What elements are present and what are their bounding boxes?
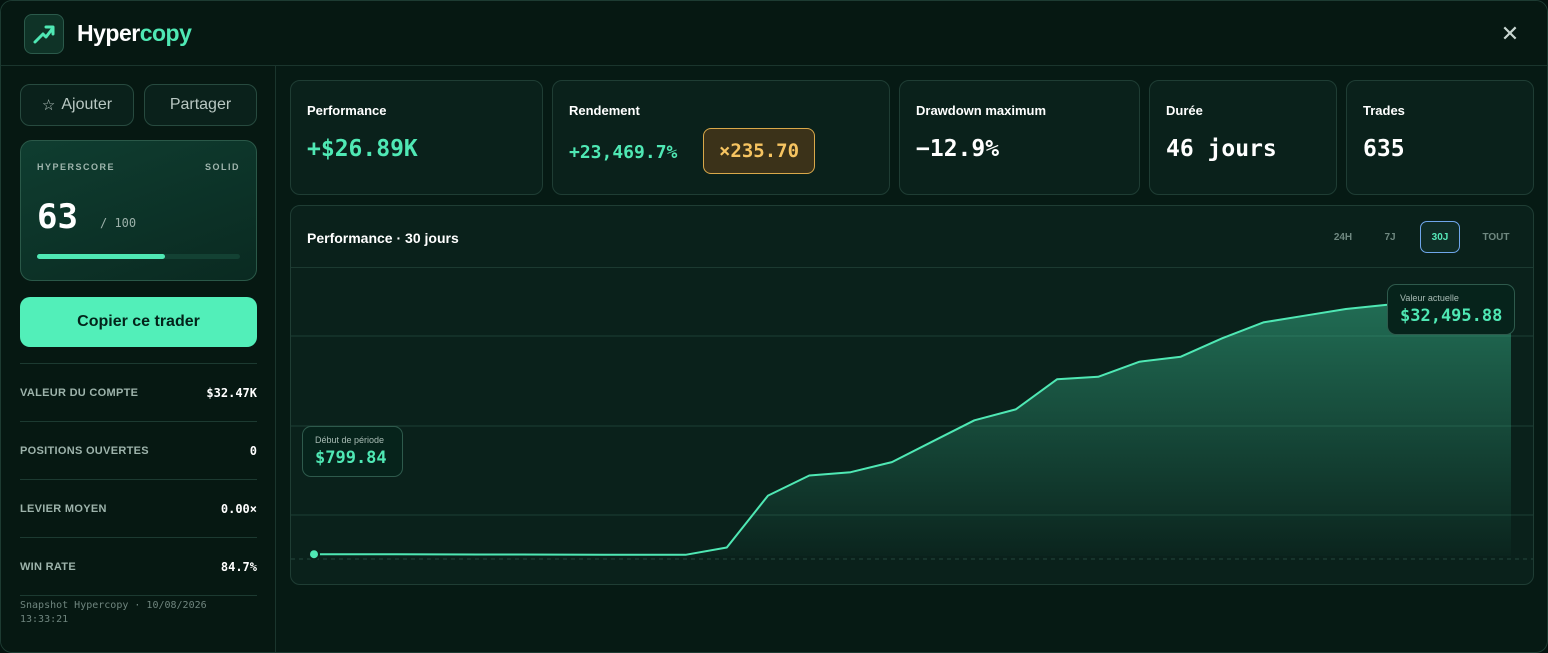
stat-value: 0.00× xyxy=(220,501,257,516)
share-label: Partager xyxy=(169,96,232,113)
multiplier-badge: ×235.70 xyxy=(703,128,815,174)
logo xyxy=(24,14,64,54)
stat-row-account-value: VALEUR DU COMPTE $32.47K xyxy=(20,363,257,421)
stat-row-average-leverage: LEVIER MOYEN 0.00× xyxy=(20,479,257,537)
metric-value: 46 jours xyxy=(1166,136,1277,162)
stat-label: POSITIONS OUVERTES xyxy=(20,444,149,457)
hyperscore-bar-fill xyxy=(37,254,165,259)
header: Hypercopy ✕ xyxy=(1,1,1547,66)
hyperscore-tier: SOLID xyxy=(204,162,240,172)
sidebar: ☆ Ajouter Partager HYPERSCORE SOLID 63 /… xyxy=(1,66,276,652)
brand-main: Hyper xyxy=(77,20,140,46)
share-button[interactable]: Partager xyxy=(144,84,257,126)
metric-title: Performance xyxy=(307,103,387,118)
metric-value: +$26.89K xyxy=(307,136,418,162)
metric-value: 635 xyxy=(1363,136,1405,162)
metric-card-trades: Trades 635 xyxy=(1346,80,1534,195)
current-value-tooltip: Valeur actuelle $32,495.88 xyxy=(1387,284,1515,335)
hyperscore-card: HYPERSCORE SOLID 63 / 100 xyxy=(20,140,257,281)
metric-value: +23,469.7% xyxy=(569,142,678,163)
start-value-tooltip: Début de période $799.84 xyxy=(302,426,403,477)
add-button[interactable]: ☆ Ajouter xyxy=(20,84,134,126)
chart-title: Performance · 30 jours xyxy=(307,230,459,246)
stat-value: 84.7% xyxy=(220,559,257,574)
snapshot-info: Snapshot Hypercopy · 10/08/2026 13:33:21 xyxy=(20,595,257,627)
metric-card-rendement: Rendement +23,469.7% ×235.70 xyxy=(552,80,890,195)
metric-title: Trades xyxy=(1363,103,1405,118)
tooltip-label: Début de période xyxy=(315,435,385,445)
hyperscore-max: / 100 xyxy=(100,216,137,230)
tooltip-value: $799.84 xyxy=(315,448,387,468)
metric-value: −12.9% xyxy=(916,136,1000,162)
stat-row-open-positions: POSITIONS OUVERTES 0 xyxy=(20,421,257,479)
brand-name: Hypercopy xyxy=(77,20,192,47)
range-button-24h[interactable]: 24H xyxy=(1323,221,1363,253)
tooltip-value: $32,495.88 xyxy=(1400,306,1503,326)
brand-accent: copy xyxy=(139,20,192,46)
stat-value: $32.47K xyxy=(206,385,257,400)
stat-row-win-rate: WIN RATE 84.7% xyxy=(20,537,257,595)
metric-card-performance: Performance +$26.89K xyxy=(290,80,543,195)
range-button-30j[interactable]: 30J xyxy=(1420,221,1460,253)
chart-header: Performance · 30 jours 24H 7J 30J TOUT xyxy=(291,206,1533,268)
trend-up-arrow-icon xyxy=(33,25,55,44)
metric-title: Durée xyxy=(1166,103,1203,118)
range-button-7j[interactable]: 7J xyxy=(1371,221,1409,253)
metric-card-duration: Durée 46 jours xyxy=(1149,80,1337,195)
tooltip-label: Valeur actuelle xyxy=(1400,293,1459,303)
hyperscore-value: 63 xyxy=(37,197,78,237)
performance-chart-card: Performance · 30 jours 24H 7J 30J TOUT D… xyxy=(290,205,1534,585)
stat-label: VALEUR DU COMPTE xyxy=(20,386,139,399)
snapshot-line-time: 13:33:21 xyxy=(20,614,69,625)
stat-label: LEVIER MOYEN xyxy=(20,502,107,515)
close-icon[interactable]: ✕ xyxy=(1499,23,1521,45)
add-label: Ajouter xyxy=(61,96,113,113)
metric-card-drawdown: Drawdown maximum −12.9% xyxy=(899,80,1140,195)
stat-value: 0 xyxy=(249,443,257,458)
hyperscore-label: HYPERSCORE xyxy=(37,162,116,172)
stat-label: WIN RATE xyxy=(20,560,76,573)
hyperscore-bar xyxy=(37,254,240,259)
chart-area xyxy=(314,289,1511,556)
modal-window: Hypercopy ✕ ☆ Ajouter Partager HYPERSCOR… xyxy=(0,0,1548,653)
range-button-tout[interactable]: TOUT xyxy=(1474,221,1518,253)
metric-title: Drawdown maximum xyxy=(916,103,1047,118)
copy-trader-button[interactable]: Copier ce trader xyxy=(20,297,257,347)
metric-title: Rendement xyxy=(569,103,640,118)
snapshot-line-date: Snapshot Hypercopy · 10/08/2026 xyxy=(20,600,207,611)
start-point-marker xyxy=(308,548,320,561)
star-icon: ☆ xyxy=(41,97,56,114)
